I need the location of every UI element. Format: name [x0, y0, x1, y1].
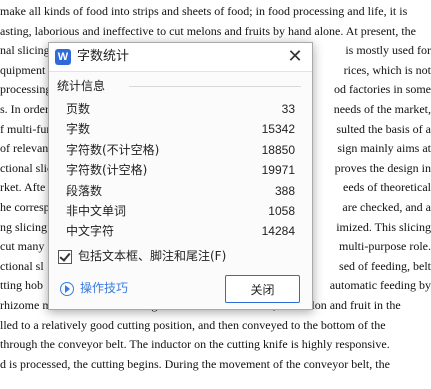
- document-text-left: d is processed, the cutting begins. Duri…: [0, 356, 390, 371]
- stat-row-words: 字数 15342: [49, 119, 312, 139]
- stat-label: 字符数(不计空格): [66, 142, 160, 157]
- document-text-right: automatic feeding by: [329, 278, 431, 293]
- document-text-line: through the conveyor belt. The inductor …: [0, 335, 431, 354]
- close-icon[interactable]: ✕: [284, 46, 306, 68]
- document-text-left: through the conveyor belt. The inductor …: [0, 337, 390, 352]
- close-button[interactable]: 关闭: [225, 275, 300, 303]
- stat-row-pages: 页数 33: [49, 99, 312, 119]
- document-text-line: asting, laborious and ineffective to cut…: [0, 22, 431, 41]
- document-text-right: imized. This slicing: [336, 219, 431, 234]
- document-text-line: make all kinds of food into strips and s…: [0, 2, 431, 21]
- stat-row-chars-no-spaces: 字符数(不计空格) 18850: [49, 140, 312, 160]
- document-text-right: needs of the market,: [333, 102, 431, 116]
- stat-value: 14284: [261, 224, 295, 239]
- document-text-left: make all kinds of food into strips and s…: [0, 4, 408, 18]
- stat-label: 字符数(计空格): [66, 163, 148, 178]
- stat-value: 388: [274, 183, 295, 198]
- stat-value: 33: [281, 102, 295, 116]
- document-text-left: s. In order: [0, 102, 49, 116]
- word-count-dialog: W 字数统计 ✕ 统计信息 页数 33 字数 15342 字符数(不计空格) 1…: [48, 42, 313, 310]
- stat-label: 非中文单词: [66, 203, 127, 218]
- stat-row-chars-with-spaces: 字符数(计空格) 19971: [49, 160, 312, 180]
- document-text-left: nal slicing: [0, 43, 50, 58]
- document-text-left: rket. Afte: [0, 180, 46, 195]
- document-text-left: processing: [0, 82, 52, 97]
- dialog-titlebar: W 字数统计 ✕: [49, 43, 312, 72]
- stat-value: 19971: [261, 163, 295, 178]
- include-textboxes-checkbox[interactable]: [58, 250, 72, 264]
- stat-label: 段落数: [66, 183, 103, 198]
- document-text-left: lled to a relatively good cutting positi…: [0, 317, 386, 332]
- document-text-right: proves the design in: [334, 160, 431, 175]
- document-text-right: sign mainly aims at: [337, 141, 431, 156]
- document-text-left: ng slicing: [0, 219, 47, 234]
- play-circle-icon[interactable]: [60, 282, 74, 296]
- wps-writer-icon: W: [55, 49, 71, 65]
- document-text-left: quipment: [0, 62, 46, 77]
- document-text-left: of relevan: [0, 141, 49, 156]
- document-text-right: are checked, and a: [342, 200, 431, 214]
- document-text-right: is mostly used for: [345, 43, 431, 58]
- document-text-left: he corresp: [0, 200, 50, 214]
- dialog-title: 字数统计: [77, 49, 130, 64]
- document-text-left: asting, laborious and ineffective to cut…: [0, 23, 417, 38]
- document-text-left: ctional slic: [0, 160, 53, 175]
- stat-label: 页数: [66, 102, 91, 116]
- group-label-stats: 统计信息: [57, 79, 110, 93]
- stat-label: 中文字符: [66, 224, 115, 239]
- document-text-left: f multi-fun: [0, 121, 53, 136]
- stat-row-non-chinese-words: 非中文单词 1058: [49, 201, 312, 221]
- document-text-right: eeds of theoretical: [343, 180, 431, 195]
- include-textboxes-label[interactable]: 包括文本框、脚注和尾注(F): [78, 249, 226, 264]
- stat-value: 18850: [261, 142, 295, 157]
- stat-label: 字数: [66, 122, 91, 137]
- document-text-left: tting hob: [0, 278, 44, 293]
- stats-list: 页数 33 字数 15342 字符数(不计空格) 18850 字符数(计空格) …: [49, 99, 312, 242]
- document-text-left: ctional sl: [0, 258, 44, 273]
- document-text-right: sed of feeding, belt: [339, 258, 431, 273]
- stat-row-chinese-chars: 中文字符 14284: [49, 221, 312, 241]
- document-text-line: d is processed, the cutting begins. Duri…: [0, 355, 431, 374]
- document-text-right: sulted the basis of a: [336, 121, 431, 136]
- document-text-left: cut many: [0, 239, 45, 254]
- document-text-right: multi-purpose role.: [339, 239, 431, 254]
- stat-row-paragraphs: 段落数 388: [49, 181, 312, 201]
- document-text-right: rices, which is not: [343, 62, 431, 77]
- stat-value: 1058: [268, 203, 295, 218]
- group-divider: [129, 86, 301, 87]
- stat-value: 15342: [261, 122, 295, 137]
- tips-link-label[interactable]: 操作技巧: [80, 281, 128, 296]
- document-text-line: lled to a relatively good cutting positi…: [0, 316, 431, 335]
- document-text-right: od factories in some: [334, 82, 431, 97]
